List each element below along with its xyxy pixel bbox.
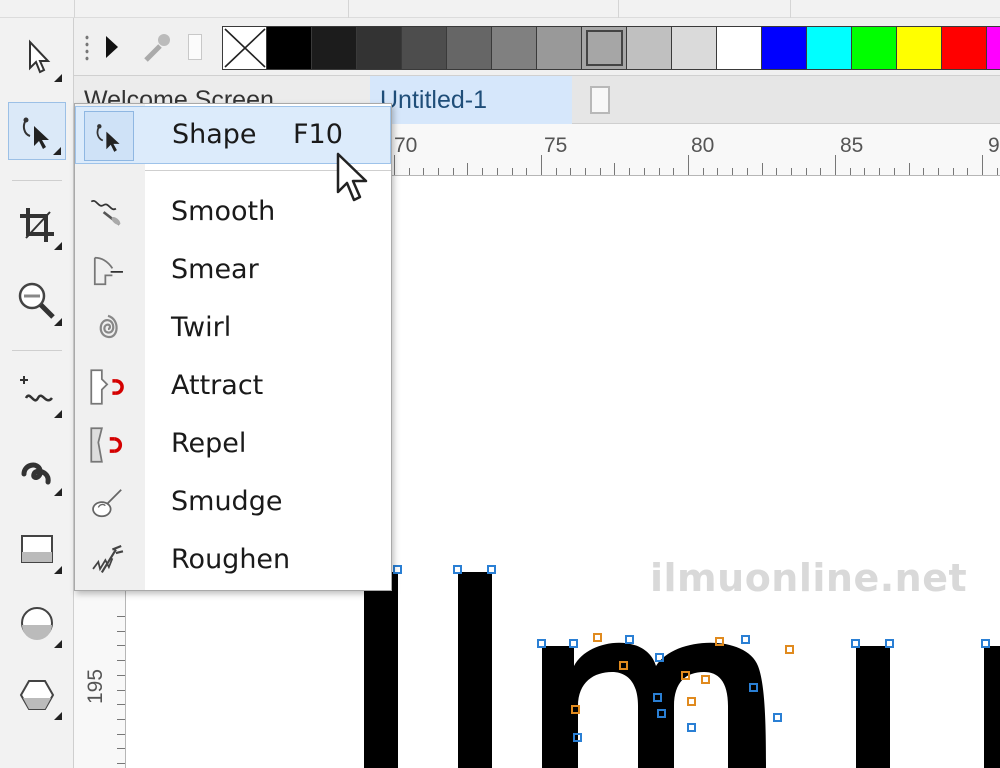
tab-untitled-1[interactable]: Untitled-1 <box>370 76 572 124</box>
swatch-color[interactable] <box>267 26 312 70</box>
flyout-item-label: Smear <box>171 254 259 285</box>
swatch-color[interactable] <box>582 26 627 70</box>
toolbox <box>0 18 74 768</box>
crop-tool[interactable] <box>8 196 66 254</box>
flyout-item-label: Attract <box>171 370 264 401</box>
flyout-item-label: Roughen <box>171 544 291 575</box>
ruler-label: 75 <box>544 134 568 157</box>
color-palette-bar <box>74 18 1000 76</box>
ruler-label: 85 <box>840 134 864 157</box>
swatch-color[interactable] <box>942 26 987 70</box>
rectangle-tool[interactable] <box>8 520 66 578</box>
smear-icon <box>83 246 133 296</box>
swatch-color[interactable] <box>852 26 897 70</box>
flyout-item-label: Repel <box>171 428 247 459</box>
swatch-color[interactable] <box>717 26 762 70</box>
flyout-item-twirl[interactable]: Twirl <box>75 300 391 358</box>
swatch-color[interactable] <box>762 26 807 70</box>
new-tab-button[interactable] <box>580 76 620 124</box>
shape-icon <box>84 111 134 161</box>
swatch-row <box>222 26 1000 70</box>
ruler-label: 70 <box>394 134 418 157</box>
swatch-color[interactable] <box>447 26 492 70</box>
ellipse-tool[interactable] <box>8 594 66 652</box>
flyout-item-repel[interactable]: Repel <box>75 416 391 474</box>
flyout-item-smudge[interactable]: Smudge <box>75 474 391 532</box>
flyout-item-smear[interactable]: Smear <box>75 242 391 300</box>
freehand-tool[interactable] <box>8 364 66 422</box>
swatch-color[interactable] <box>312 26 357 70</box>
twirl-icon <box>83 304 133 354</box>
polygon-tool[interactable] <box>8 666 66 724</box>
swatch-color[interactable] <box>537 26 582 70</box>
tab-untitled-label: Untitled-1 <box>380 85 487 114</box>
palette-options-box[interactable] <box>188 34 202 60</box>
pick-tool[interactable] <box>8 28 66 86</box>
swatch-color[interactable] <box>492 26 537 70</box>
mouse-cursor-icon <box>336 152 368 202</box>
ruler-label: 195 <box>84 668 107 704</box>
shape-tool[interactable] <box>8 102 66 160</box>
smooth-icon <box>83 188 133 238</box>
flyout-item-shortcut: F10 <box>293 119 343 150</box>
swatch-color[interactable] <box>672 26 717 70</box>
palette-expand-icon[interactable] <box>98 28 124 66</box>
ruler-label: 80 <box>691 134 715 157</box>
artistic-media-tool[interactable] <box>8 442 66 500</box>
swatch-color[interactable] <box>357 26 402 70</box>
swatch-color[interactable] <box>627 26 672 70</box>
no-fill-icon <box>224 28 266 68</box>
flyout-item-label: Smudge <box>171 486 283 517</box>
swatch-color[interactable] <box>807 26 852 70</box>
eyedropper-icon[interactable] <box>136 28 176 68</box>
swatch-no-color[interactable] <box>222 26 267 70</box>
flyout-item-label: Smooth <box>171 196 276 227</box>
palette-grip[interactable] <box>84 34 90 62</box>
top-strip <box>0 0 1000 18</box>
watermark-text: ilmuonline.net <box>650 556 968 600</box>
swatch-color[interactable] <box>897 26 942 70</box>
ruler-label: 9 <box>988 134 1000 157</box>
repel-icon <box>83 420 133 470</box>
flyout-item-attract[interactable]: Attract <box>75 358 391 416</box>
flyout-item-roughen[interactable]: Roughen <box>75 532 391 590</box>
attract-icon <box>83 362 133 412</box>
smudge-icon <box>83 478 133 528</box>
swatch-color[interactable] <box>402 26 447 70</box>
new-document-icon <box>590 86 610 114</box>
flyout-item-label: Shape <box>172 119 257 150</box>
swatch-color[interactable] <box>987 26 1000 70</box>
flyout-item-label: Twirl <box>171 312 232 343</box>
roughen-icon <box>83 536 133 586</box>
zoom-tool[interactable] <box>8 272 66 330</box>
